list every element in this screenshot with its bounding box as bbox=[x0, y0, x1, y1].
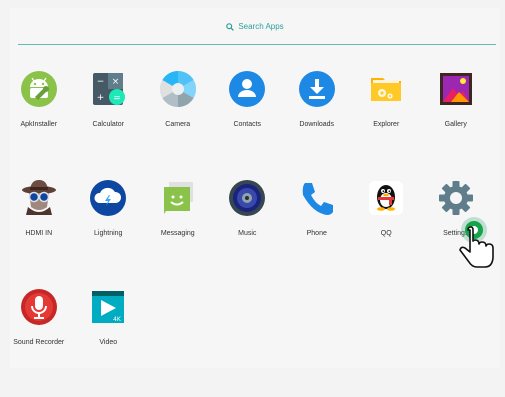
app-label: Sound Recorder bbox=[13, 339, 65, 346]
app-label: Video bbox=[99, 339, 118, 346]
app-phone[interactable]: Phone bbox=[282, 179, 352, 288]
folder-explorer-icon bbox=[367, 70, 405, 108]
app-label: Downloads bbox=[299, 121, 335, 128]
app-label: Contacts bbox=[233, 121, 262, 128]
svg-text:+: + bbox=[97, 93, 105, 103]
hdmi-in-detective-icon bbox=[20, 179, 58, 217]
gallery-icon bbox=[437, 70, 475, 108]
app-video[interactable]: 4K Video bbox=[74, 288, 144, 397]
app-label: Phone bbox=[306, 230, 327, 237]
app-label: Explorer bbox=[373, 121, 400, 128]
app-label: HDMI IN bbox=[25, 230, 53, 237]
app-label: Messaging bbox=[160, 230, 195, 237]
downloads-icon bbox=[298, 70, 336, 108]
app-lightning[interactable]: Lightning bbox=[74, 179, 144, 288]
app-contacts[interactable]: Contacts bbox=[213, 70, 283, 179]
app-gallery[interactable]: Gallery bbox=[421, 70, 491, 179]
svg-text:−: − bbox=[97, 77, 105, 87]
app-explorer[interactable]: Explorer bbox=[352, 70, 422, 179]
qq-penguin-icon bbox=[367, 179, 405, 217]
app-sound-recorder[interactable]: Sound Recorder bbox=[4, 288, 74, 397]
app-label: Calculator bbox=[92, 121, 124, 128]
phone-icon bbox=[298, 179, 336, 217]
app-label: Lightning bbox=[94, 230, 123, 237]
tap-hand-cursor-icon bbox=[459, 217, 494, 268]
app-label: Camera bbox=[165, 121, 191, 128]
search-label: Search Apps bbox=[238, 22, 284, 31]
search-icon bbox=[226, 22, 235, 31]
app-apkinstaller[interactable]: ApkInstaller bbox=[4, 70, 74, 179]
app-label: Gallery bbox=[444, 121, 467, 128]
svg-text:=: = bbox=[113, 94, 121, 104]
android-installer-icon bbox=[20, 70, 58, 108]
search-divider bbox=[18, 44, 496, 45]
app-messaging[interactable]: Messaging bbox=[143, 179, 213, 288]
app-hdmi-in[interactable]: HDMI IN bbox=[4, 179, 74, 288]
app-label: QQ bbox=[380, 230, 392, 237]
svg-text:4K: 4K bbox=[113, 316, 122, 323]
messaging-icon bbox=[159, 179, 197, 217]
app-calculator[interactable]: − × + = Calculator bbox=[74, 70, 144, 179]
contacts-icon bbox=[228, 70, 266, 108]
microphone-icon bbox=[20, 288, 58, 326]
video-4k-icon: 4K bbox=[89, 288, 127, 326]
search-apps-button[interactable]: Search Apps bbox=[10, 22, 500, 31]
calculator-icon: − × + = bbox=[89, 70, 127, 108]
lightning-cloud-icon bbox=[89, 179, 127, 217]
camera-icon bbox=[159, 70, 197, 108]
music-speaker-icon bbox=[228, 179, 266, 217]
app-downloads[interactable]: Downloads bbox=[282, 70, 352, 179]
app-label: ApkInstaller bbox=[20, 121, 58, 128]
svg-text:×: × bbox=[112, 77, 120, 87]
app-music[interactable]: Music bbox=[213, 179, 283, 288]
app-grid: ApkInstaller − × + = Calculator Camera C… bbox=[4, 70, 490, 397]
gear-icon bbox=[437, 179, 475, 217]
app-camera[interactable]: Camera bbox=[143, 70, 213, 179]
app-qq[interactable]: QQ bbox=[352, 179, 422, 288]
app-label: Music bbox=[238, 230, 257, 237]
